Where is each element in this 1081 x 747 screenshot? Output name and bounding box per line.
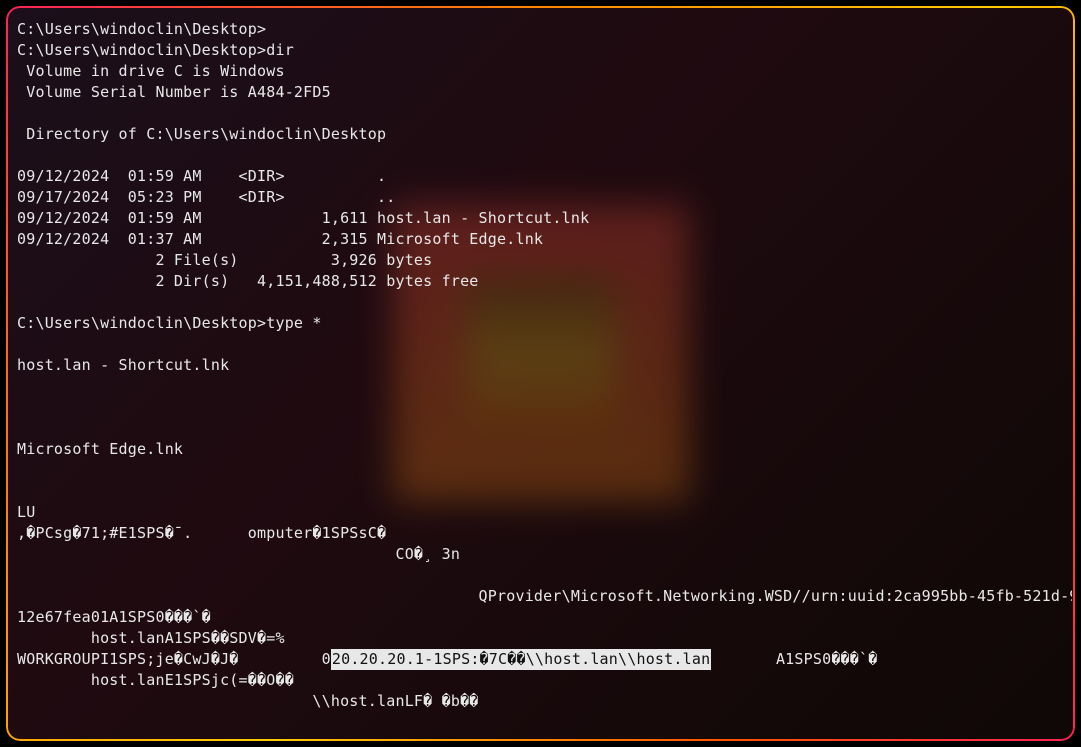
volume-serial-line: Volume Serial Number is A484-2FD5 (17, 82, 1064, 103)
binary-output: host.lanA1SPS��SDV�=% (17, 628, 1064, 649)
dir-entry: 09/12/2024 01:37 AM 2,315 Microsoft Edge… (17, 229, 1064, 250)
binary-output-row: WORKGROUPI1SPS;je�CwJ�J� 020.20.20.1-1SP… (17, 649, 1064, 670)
file-header: Microsoft Edge.lnk (17, 439, 1064, 460)
terminal-window[interactable]: C:\Users\windoclin\Desktop> C:\Users\win… (6, 6, 1075, 741)
highlighted-ip-path: 20.20.20.1-1SPS:�7C��\\host.lan\\host.la… (331, 649, 711, 670)
dir-entry: 09/12/2024 01:59 AM <DIR> . (17, 166, 1064, 187)
terminal-output[interactable]: C:\Users\windoclin\Desktop> C:\Users\win… (9, 9, 1072, 738)
file-header: host.lan - Shortcut.lnk (17, 355, 1064, 376)
binary-output: ,�PCsg�71;#E1SPS�¯. omputer�1SPSsC� (17, 523, 1064, 544)
binary-output: host.lanE1SPSjc(=��O�� (17, 670, 1064, 691)
blank-line (17, 460, 1064, 481)
dir-summary-dirs: 2 Dir(s) 4,151,488,512 bytes free (17, 271, 1064, 292)
blank-line (17, 103, 1064, 124)
prompt-line: C:\Users\windoclin\Desktop> (17, 19, 1064, 40)
blank-line (17, 145, 1064, 166)
binary-output-left: WORKGROUPI1SPS;je�CwJ�J� 0 (17, 649, 331, 670)
binary-output: 12e67fea01A1SPS0���`� (17, 607, 1064, 628)
blank-line (17, 376, 1064, 397)
volume-line: Volume in drive C is Windows (17, 61, 1064, 82)
blank-line (17, 565, 1064, 586)
blank-line (17, 334, 1064, 355)
blank-line (17, 292, 1064, 313)
binary-output: CO�¸ 3n (17, 544, 1064, 565)
dir-entry: 09/12/2024 01:59 AM 1,611 host.lan - Sho… (17, 208, 1064, 229)
blank-line (17, 397, 1064, 418)
prompt-line-dir: C:\Users\windoclin\Desktop>dir (17, 40, 1064, 61)
directory-of-line: Directory of C:\Users\windoclin\Desktop (17, 124, 1064, 145)
prompt-line-type: C:\Users\windoclin\Desktop>type * (17, 313, 1064, 334)
dir-entry: 09/17/2024 05:23 PM <DIR> .. (17, 187, 1064, 208)
binary-output: LU (17, 502, 1064, 523)
dir-summary-files: 2 File(s) 3,926 bytes (17, 250, 1064, 271)
blank-line (17, 481, 1064, 502)
binary-output: QProvider\Microsoft.Networking.WSD//urn:… (17, 586, 1064, 607)
blank-line (17, 418, 1064, 439)
binary-output: \\host.lanLF� �b�� (17, 691, 1064, 712)
binary-output-right: A1SPS0���`� (711, 649, 877, 670)
